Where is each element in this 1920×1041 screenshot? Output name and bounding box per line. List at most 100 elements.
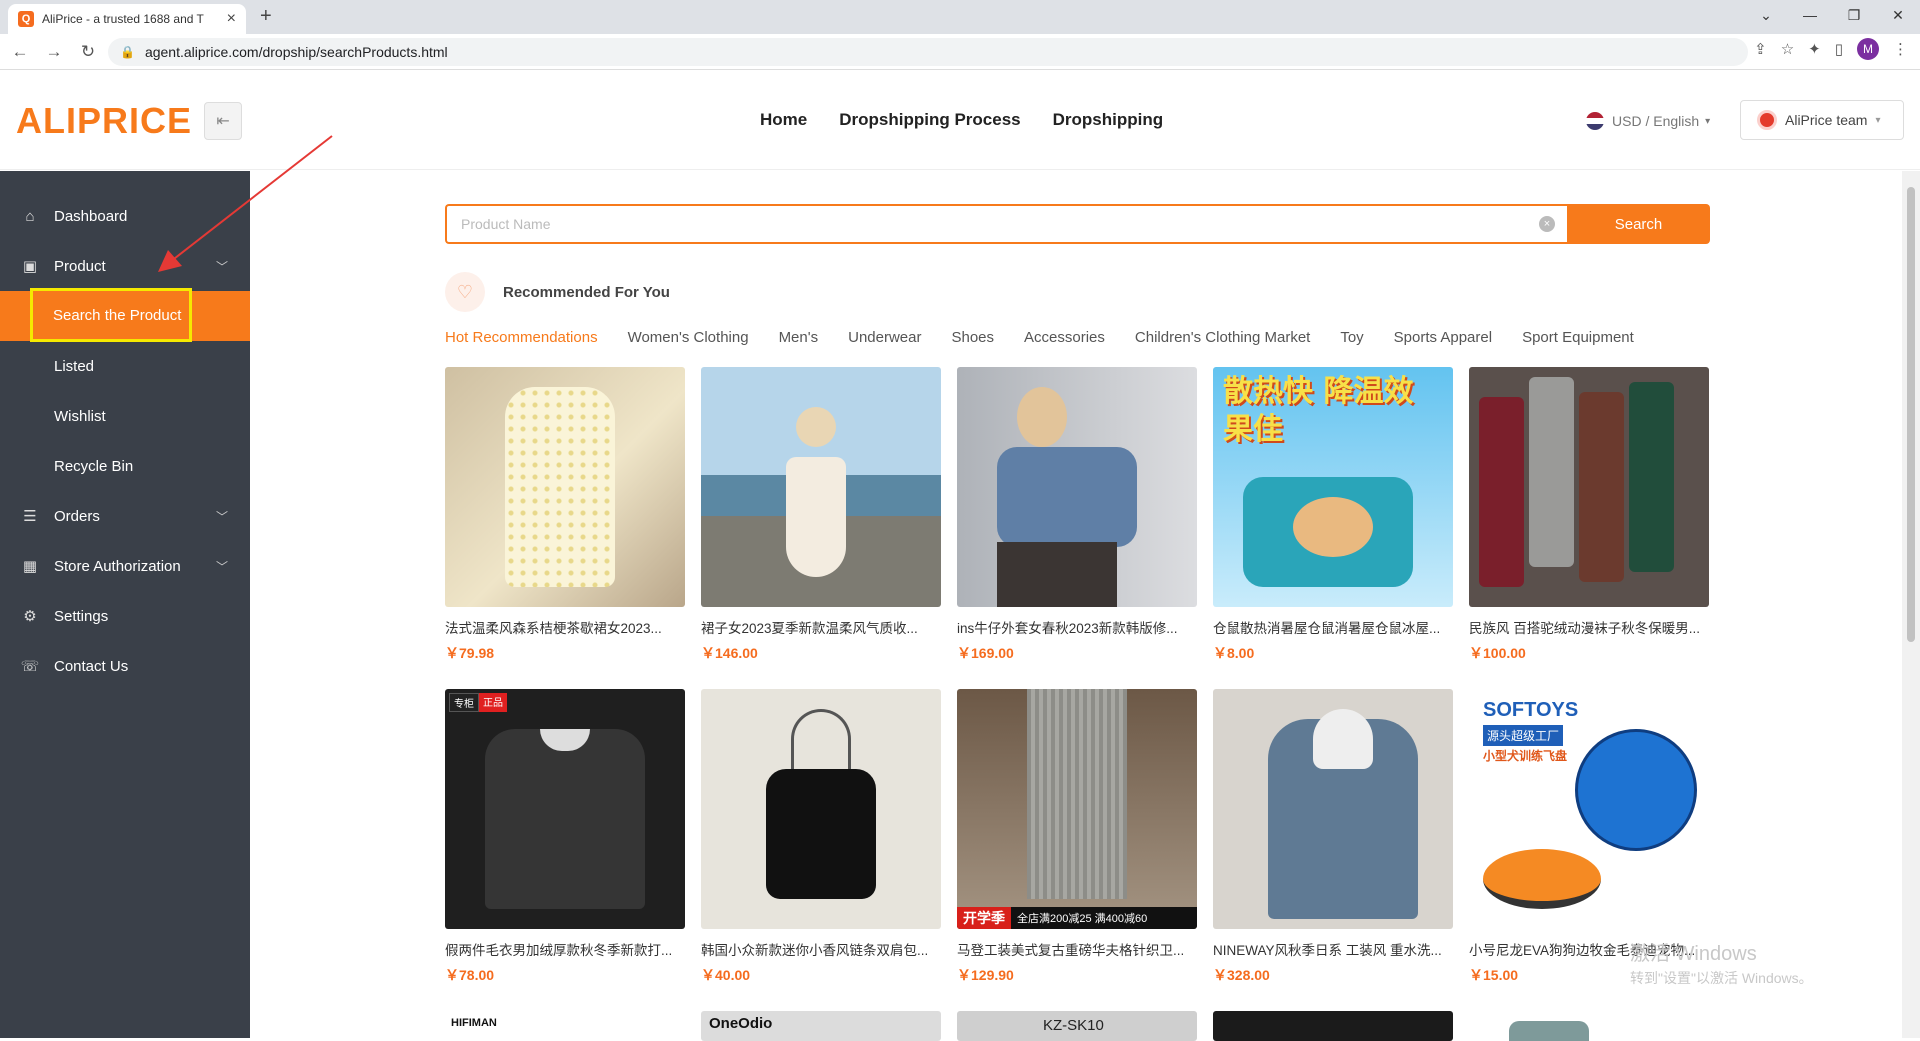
sidebar-item-dashboard[interactable]: ⌂ Dashboard (0, 191, 250, 241)
product-card[interactable]: 开学季 全店满200减25 满400减60 马登工装美式复古重磅华夫格针织卫..… (957, 689, 1197, 985)
search-button[interactable]: Search (1567, 204, 1710, 244)
product-image[interactable]: 专柜 正品 (445, 689, 685, 929)
product-name[interactable]: 仓鼠散热消暑屋仓鼠消暑屋仓鼠冰屋... (1213, 617, 1453, 637)
product-name[interactable]: 民族风 百搭驼绒动漫袜子秋冬保暖男... (1469, 617, 1709, 637)
product-search-input[interactable] (445, 204, 1567, 244)
tab-search-icon[interactable]: ⌄ (1744, 0, 1788, 30)
sidebar-item-wishlist[interactable]: Wishlist (0, 391, 250, 441)
product-card[interactable]: SOFTOYS 源头超级工厂 小型犬训练飞盘 小号尼龙EVA狗狗边牧金毛泰迪宠物… (1469, 689, 1709, 985)
product-card[interactable]: KZ-SK10 (957, 1011, 1197, 1041)
product-card[interactable]: 裙子女2023夏季新款温柔风气质收... ￥146.00 (701, 367, 941, 663)
product-card[interactable]: HIFIMAN (445, 1011, 685, 1041)
restore-icon[interactable]: ❐ (1832, 0, 1876, 30)
product-name[interactable]: 裙子女2023夏季新款温柔风气质收... (701, 617, 941, 637)
tab-toy[interactable]: Toy (1340, 329, 1363, 346)
tab-accessories[interactable]: Accessories (1024, 329, 1105, 346)
new-tab-icon[interactable]: + (260, 5, 272, 28)
product-card[interactable] (1213, 1011, 1453, 1041)
nav-dropshipping-process[interactable]: Dropshipping Process (839, 110, 1020, 130)
product-card[interactable]: NINEWAY风秋季日系 工装风 重水洗... ￥328.00 (1213, 689, 1453, 985)
product-card[interactable]: 法式温柔风森系桔梗茶歇裙女2023... ￥79.98 (445, 367, 685, 663)
minimize-icon[interactable]: — (1788, 0, 1832, 30)
product-name[interactable]: ins牛仔外套女春秋2023新款韩版修... (957, 617, 1197, 637)
promo-season: 开学季 (957, 907, 1011, 929)
product-card[interactable]: 专柜 正品 假两件毛衣男加绒厚款秋冬季新款打... ￥78.00 (445, 689, 685, 985)
product-image[interactable] (1213, 1011, 1453, 1041)
tab-shoes[interactable]: Shoes (951, 329, 994, 346)
clear-icon[interactable]: × (1539, 216, 1555, 232)
lock-icon[interactable]: 🔒 (120, 45, 135, 59)
backpack-shape (766, 769, 876, 899)
side-panel-icon[interactable]: ▯ (1835, 40, 1843, 58)
tab-hot-recommendations[interactable]: Hot Recommendations (445, 329, 598, 346)
category-tabs: Hot Recommendations Women's Clothing Men… (445, 329, 1634, 346)
sidebar-collapse-button[interactable]: ⇤ (204, 102, 242, 140)
toy-desc-text: 小型犬训练飞盘 (1483, 749, 1568, 763)
product-name[interactable]: 韩国小众新款迷你小香风链条双肩包... (701, 939, 941, 959)
page-scrollbar[interactable] (1902, 171, 1920, 1038)
sidebar-item-settings[interactable]: ⚙ Settings (0, 591, 250, 641)
sidebar-item-search-product[interactable]: Search the Product (0, 288, 250, 342)
product-image[interactable]: 开学季 全店满200减25 满400减60 (957, 689, 1197, 929)
sidebar-item-store-authorization[interactable]: ▦ Store Authorization ﹀ (0, 541, 250, 591)
product-name[interactable]: NINEWAY风秋季日系 工装风 重水洗... (1213, 939, 1453, 959)
browser-menu-icon[interactable]: ⋮ (1893, 40, 1908, 58)
product-image[interactable] (1213, 689, 1453, 929)
tab-womens-clothing[interactable]: Women's Clothing (628, 329, 749, 346)
share-icon[interactable]: ⇪ (1754, 40, 1767, 58)
tab-mens[interactable]: Men's (779, 329, 819, 346)
blue-frisbee (1575, 729, 1697, 851)
url-field[interactable]: 🔒 agent.aliprice.com/dropship/searchProd… (108, 38, 1748, 66)
highlight-box: Search the Product (30, 288, 192, 342)
scrollbar-thumb[interactable] (1907, 187, 1915, 642)
window-close-icon[interactable]: ✕ (1876, 0, 1920, 30)
profile-avatar[interactable]: M (1857, 38, 1879, 60)
aliprice-logo[interactable]: ALIPRICE (16, 100, 192, 142)
extensions-icon[interactable]: ✦ (1808, 40, 1821, 58)
product-name[interactable]: 假两件毛衣男加绒厚款秋冬季新款打... (445, 939, 685, 959)
collapse-icon: ⇤ (216, 113, 230, 130)
product-image[interactable] (701, 689, 941, 929)
product-image[interactable]: OneOdio (701, 1011, 941, 1041)
team-account-button[interactable]: AliPrice team ▾ (1740, 100, 1904, 140)
product-image[interactable] (445, 367, 685, 607)
reload-icon[interactable]: ↻ (74, 42, 102, 62)
sidebar-item-orders[interactable]: ☰ Orders ﹀ (0, 491, 250, 541)
product-card[interactable]: OneOdio (701, 1011, 941, 1041)
currency-language-selector[interactable]: USD / English ▾ (1586, 112, 1710, 130)
product-name[interactable]: 马登工装美式复古重磅华夫格针织卫... (957, 939, 1197, 959)
tab-childrens-clothing[interactable]: Children's Clothing Market (1135, 329, 1310, 346)
top-navigation: Home Dropshipping Process Dropshipping (760, 110, 1163, 130)
product-image[interactable]: HIFIMAN (445, 1011, 685, 1041)
product-card[interactable]: 散热快 降温效果佳 仓鼠散热消暑屋仓鼠消暑屋仓鼠冰屋... ￥8.00 (1213, 367, 1453, 663)
sidebar-item-contact[interactable]: ☏ Contact Us (0, 641, 250, 691)
bookmark-star-icon[interactable]: ☆ (1781, 40, 1794, 58)
product-name[interactable]: 法式温柔风森系桔梗茶歇裙女2023... (445, 617, 685, 637)
forward-icon[interactable]: → (40, 42, 68, 62)
tab-underwear[interactable]: Underwear (848, 329, 921, 346)
skirt-shape (997, 542, 1117, 607)
tab-sport-equipment[interactable]: Sport Equipment (1522, 329, 1634, 346)
product-image[interactable] (1469, 1011, 1709, 1041)
browser-tab[interactable]: Q AliPrice - a trusted 1688 and T × (8, 4, 246, 34)
product-card[interactable]: 民族风 百搭驼绒动漫袜子秋冬保暖男... ￥100.00 (1469, 367, 1709, 663)
product-image[interactable]: 散热快 降温效果佳 (1213, 367, 1453, 607)
product-card[interactable] (1469, 1011, 1709, 1041)
product-card[interactable]: 韩国小众新款迷你小香风链条双肩包... ￥40.00 (701, 689, 941, 985)
product-image[interactable] (1469, 367, 1709, 607)
product-image[interactable] (701, 367, 941, 607)
tab-close-icon[interactable]: × (227, 10, 236, 28)
product-card[interactable]: ins牛仔外套女春秋2023新款韩版修... ￥169.00 (957, 367, 1197, 663)
product-image[interactable]: SOFTOYS 源头超级工厂 小型犬训练飞盘 (1469, 689, 1709, 929)
nav-dropshipping[interactable]: Dropshipping (1053, 110, 1163, 130)
sidebar-item-listed[interactable]: Listed (0, 341, 250, 391)
product-image[interactable] (957, 367, 1197, 607)
sidebar-item-product[interactable]: ▣ Product ﹀ (0, 241, 250, 291)
nav-home[interactable]: Home (760, 110, 807, 130)
back-icon[interactable]: ← (6, 42, 34, 62)
sidebar-item-recycle-bin[interactable]: Recycle Bin (0, 441, 250, 491)
product-image[interactable]: KZ-SK10 (957, 1011, 1197, 1041)
browser-tools: ⇪ ☆ ✦ ▯ M ⋮ (1754, 38, 1908, 60)
tab-sports-apparel[interactable]: Sports Apparel (1394, 329, 1492, 346)
sidebar-item-label: Search the Product (53, 306, 182, 324)
